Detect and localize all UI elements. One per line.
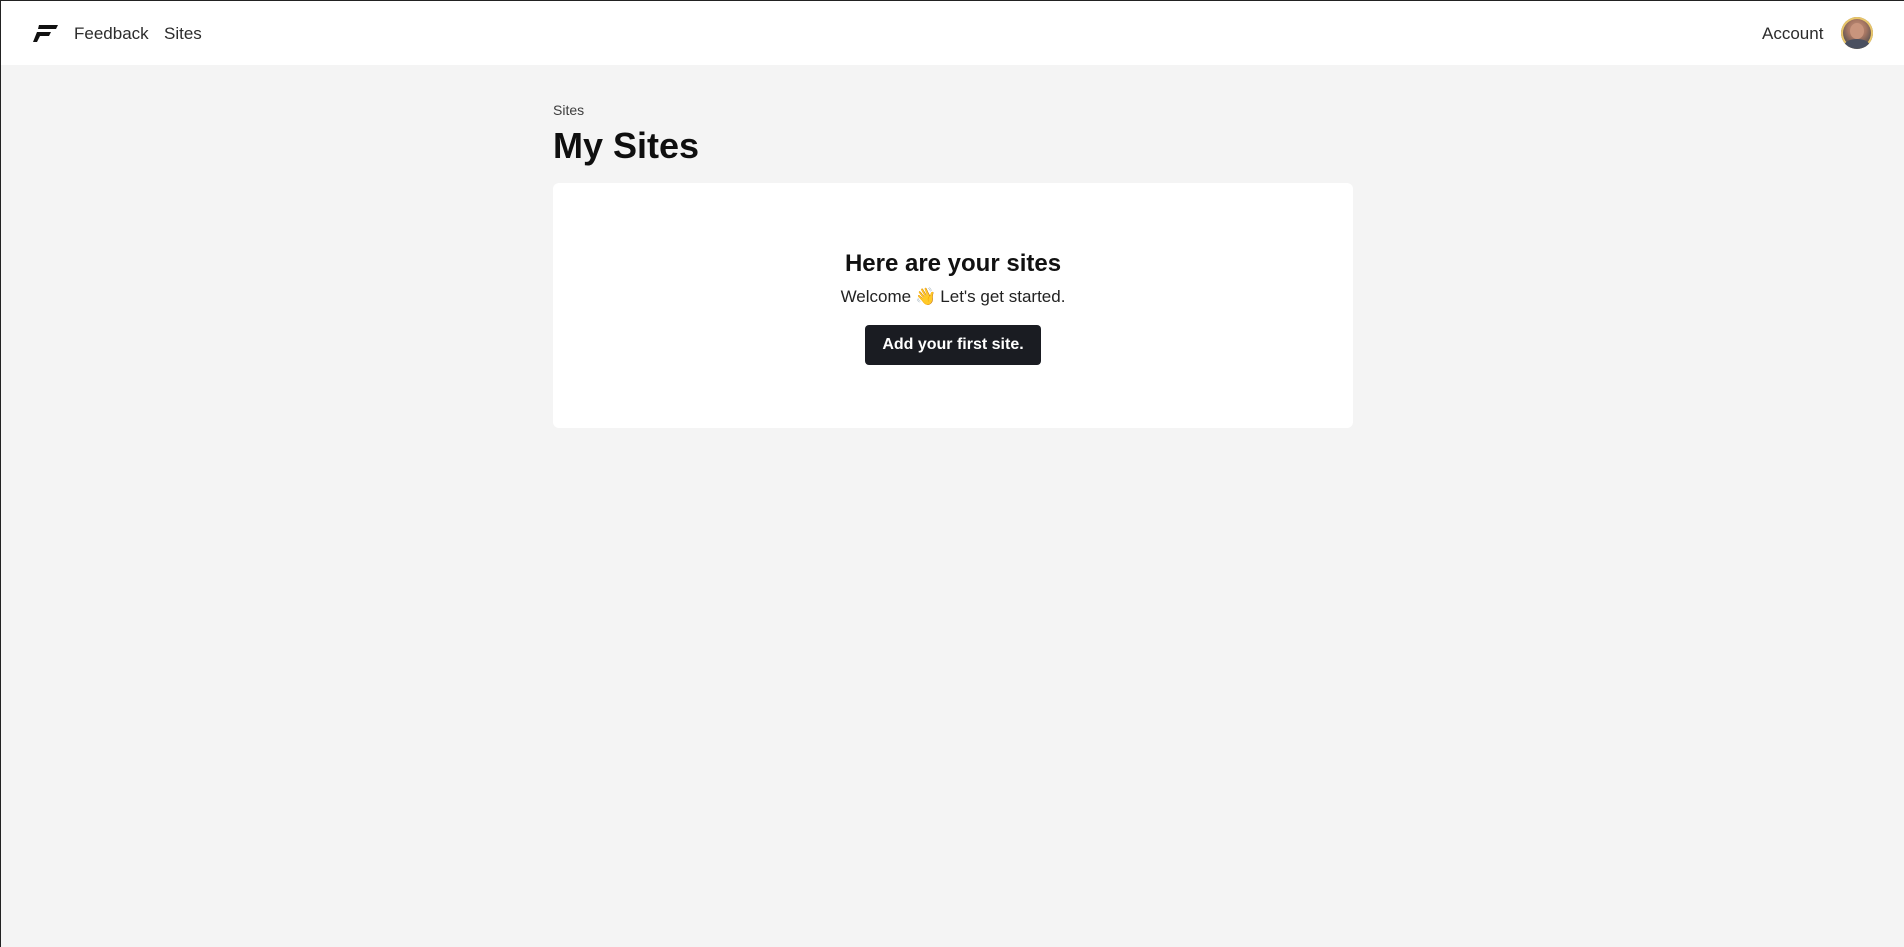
nav-link-feedback[interactable]: Feedback — [74, 23, 149, 45]
welcome-text: Welcome — [840, 287, 912, 306]
add-first-site-button[interactable]: Add your first site. — [865, 325, 1041, 365]
nav-link-account[interactable]: Account — [1762, 23, 1823, 45]
avatar-face — [1850, 23, 1864, 39]
app-frame: Feedback Sites Account Sites My Sites He… — [0, 0, 1904, 947]
top-nav-bar: Feedback Sites Account — [1, 1, 1904, 65]
empty-state-card: Here are your sites Welcome 👋 Let's get st… — [553, 183, 1353, 428]
avatar-shoulders — [1844, 39, 1870, 49]
breadcrumb-sites[interactable]: Sites — [553, 102, 584, 118]
waving-hand-icon: 👋 — [915, 287, 937, 306]
user-avatar[interactable] — [1841, 17, 1873, 49]
brand-logo-icon[interactable] — [33, 23, 59, 43]
empty-state-subtitle: Welcome 👋 Let's get started. — [553, 286, 1353, 308]
empty-state-title: Here are your sites — [844, 250, 1062, 277]
get-started-text: Let's get started. — [940, 287, 1066, 306]
nav-link-sites[interactable]: Sites — [164, 23, 202, 45]
page-title: My Sites — [553, 125, 700, 166]
